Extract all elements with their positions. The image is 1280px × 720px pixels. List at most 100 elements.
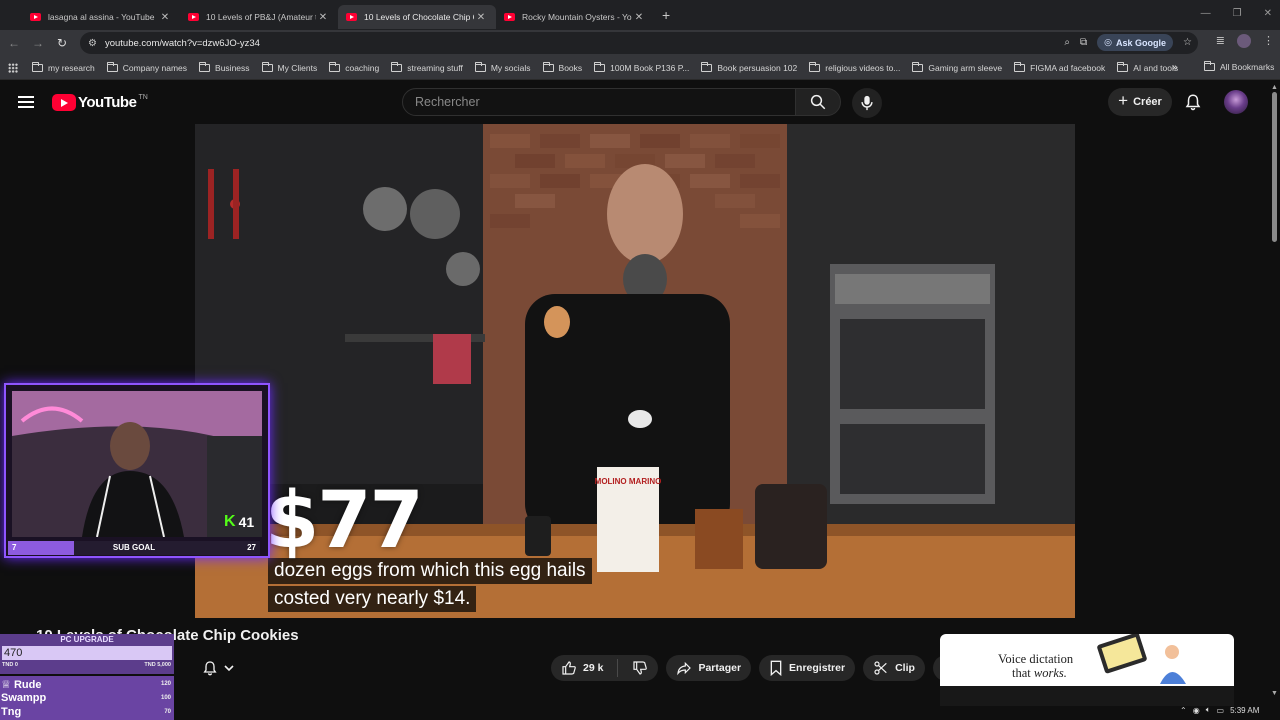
share-label: Partager	[698, 662, 742, 674]
scrollbar-thumb[interactable]	[1272, 92, 1277, 242]
close-window-icon[interactable]: ✕	[1264, 8, 1272, 19]
close-icon[interactable]: ✕	[158, 12, 172, 23]
more-bookmarks-icon[interactable]: »	[1172, 62, 1178, 73]
youtube-logo[interactable]: YouTube TN	[52, 94, 148, 111]
bookmark-folder[interactable]: Gaming arm sleeve	[912, 61, 1002, 73]
site-info-icon[interactable]: ⚙	[88, 38, 97, 49]
back-arrow-icon[interactable]: ←	[2, 36, 26, 50]
battery-icon[interactable]: ▭	[1217, 706, 1225, 715]
folder-icon	[32, 61, 43, 72]
sidebar-ad[interactable]: Voice dictation that works.	[940, 634, 1234, 686]
bookmark-folder[interactable]: coaching	[329, 61, 379, 73]
profile-avatar[interactable]	[1237, 34, 1251, 48]
create-button[interactable]: + Créer	[1108, 88, 1172, 116]
reading-list-icon[interactable]: ≣	[1216, 34, 1225, 48]
all-bookmarks-folder[interactable]: All Bookmarks	[1204, 61, 1274, 72]
new-tab-icon[interactable]: +	[662, 7, 670, 23]
url-text[interactable]: youtube.com/watch?v=dzw6JO-yz34	[105, 38, 260, 49]
clip-button[interactable]: Clip	[863, 655, 925, 681]
wifi-icon[interactable]: ◉	[1193, 706, 1200, 715]
tray-chevron-icon[interactable]: ⌃	[1180, 706, 1187, 715]
save-button[interactable]: Enregistrer	[759, 655, 856, 681]
bookmark-folder[interactable]: FIGMA ad facebook	[1014, 61, 1105, 73]
bookmark-folder[interactable]: Book persuasion 102	[701, 61, 797, 73]
browser-menu-icon[interactable]: ⋮	[1263, 34, 1274, 48]
search-icon	[810, 94, 826, 110]
folder-icon	[1204, 61, 1215, 71]
folder-icon	[474, 61, 486, 72]
volume-icon[interactable]: 🔈︎	[1206, 705, 1211, 715]
scroll-up-icon[interactable]: ▲	[1271, 84, 1278, 91]
like-button[interactable]: 29 k	[561, 660, 603, 676]
like-divider	[617, 659, 619, 677]
folder-icon	[809, 61, 821, 72]
search-button[interactable]	[795, 88, 841, 116]
folder-icon	[1117, 61, 1129, 72]
bookmark-folder[interactable]: religious videos to...	[809, 61, 900, 73]
folder-icon	[106, 61, 118, 72]
leaderboard-row: Swampp 100	[1, 692, 171, 704]
bookmark-icon	[770, 660, 782, 676]
forward-arrow-icon[interactable]: →	[26, 36, 50, 50]
ad-illustration	[1097, 634, 1186, 684]
ad-headline-line2: that works.	[1012, 666, 1067, 680]
streamer-webcam-overlay	[4, 383, 270, 558]
browser-tab[interactable]: lasagna al assina - YouTube ✕	[22, 5, 180, 29]
bell-icon	[203, 661, 217, 676]
voice-search-button[interactable]	[852, 88, 882, 118]
kick-logo-icon: K	[224, 513, 236, 530]
video-captions: dozen eggs from which this egg hails cos…	[268, 558, 592, 612]
omnibox[interactable]: ⚙ youtube.com/watch?v=dzw6JO-yz34 ⌕ ⧉ ◎ A…	[80, 32, 1198, 54]
minimize-icon[interactable]: —	[1201, 8, 1211, 19]
dislike-button[interactable]	[632, 660, 648, 676]
search-input[interactable]	[415, 89, 795, 115]
subscribe-notifications-button[interactable]	[196, 656, 248, 680]
close-icon[interactable]: ✕	[632, 12, 646, 23]
bookmark-folder[interactable]: My Clients	[261, 61, 317, 73]
account-avatar[interactable]	[1224, 90, 1248, 114]
browser-tab-active[interactable]: 10 Levels of Chocolate Chip Co ✕	[338, 5, 496, 29]
search-box[interactable]	[402, 88, 796, 116]
clock[interactable]: 5:39 AM	[1230, 706, 1259, 715]
apps-grid-icon[interactable]	[8, 62, 18, 73]
ask-google-button[interactable]: ◎ Ask Google	[1097, 34, 1174, 51]
scroll-down-icon[interactable]: ▼	[1271, 690, 1278, 697]
plus-icon: +	[1118, 91, 1129, 110]
folder-icon	[912, 61, 924, 72]
browser-tab[interactable]: 10 Levels of PB&J (Amateur to ✕	[180, 5, 338, 29]
youtube-favicon-icon	[188, 13, 199, 21]
sub-goal-target: 27	[247, 543, 256, 552]
install-app-icon[interactable]: ⧉	[1080, 37, 1087, 48]
youtube-play-logo-icon	[52, 94, 76, 111]
youtube-favicon-icon	[30, 13, 41, 21]
folder-icon	[542, 61, 554, 72]
notifications-bell-icon[interactable]	[1184, 93, 1202, 116]
bookmark-folder[interactable]: Business	[199, 61, 250, 73]
close-icon[interactable]: ✕	[474, 12, 488, 23]
pc-upgrade-value: 470	[4, 647, 23, 659]
bookmark-folder[interactable]: Books	[542, 61, 582, 73]
bookmark-star-icon[interactable]: ☆	[1183, 37, 1192, 48]
sub-goal-bar: 7 SUB GOAL 27	[8, 541, 260, 555]
pc-upgrade-label: PC UPGRADE	[60, 635, 114, 644]
bookmark-folder[interactable]: AI and tools	[1117, 61, 1178, 73]
bookmark-folder[interactable]: 100M Book P136 P...	[594, 61, 689, 73]
share-button[interactable]: Partager	[666, 655, 752, 681]
reload-icon[interactable]: ↻	[50, 36, 74, 50]
tab-title: lasagna al assina - YouTube	[48, 12, 155, 22]
bookmark-folder[interactable]: my research	[32, 61, 95, 73]
bookmark-folder[interactable]: streaming stuff	[391, 61, 463, 73]
bookmark-folder[interactable]: My socials	[474, 61, 531, 73]
restore-icon[interactable]: ❐	[1233, 8, 1242, 19]
page-scrollbar[interactable]	[1270, 84, 1280, 704]
like-count: 29 k	[583, 662, 604, 674]
close-icon[interactable]: ✕	[316, 12, 330, 23]
browser-tab[interactable]: Rocky Mountain Oysters - YouT ✕	[496, 5, 654, 29]
flour-bag-label: MOLINO MARINO	[595, 477, 662, 486]
sub-goal-label: SUB GOAL	[112, 543, 156, 552]
zoom-icon[interactable]: ⌕	[1064, 37, 1070, 48]
clip-label: Clip	[895, 662, 915, 674]
folder-icon	[701, 61, 713, 72]
menu-icon[interactable]	[18, 96, 34, 108]
bookmark-folder[interactable]: Company names	[106, 61, 187, 73]
